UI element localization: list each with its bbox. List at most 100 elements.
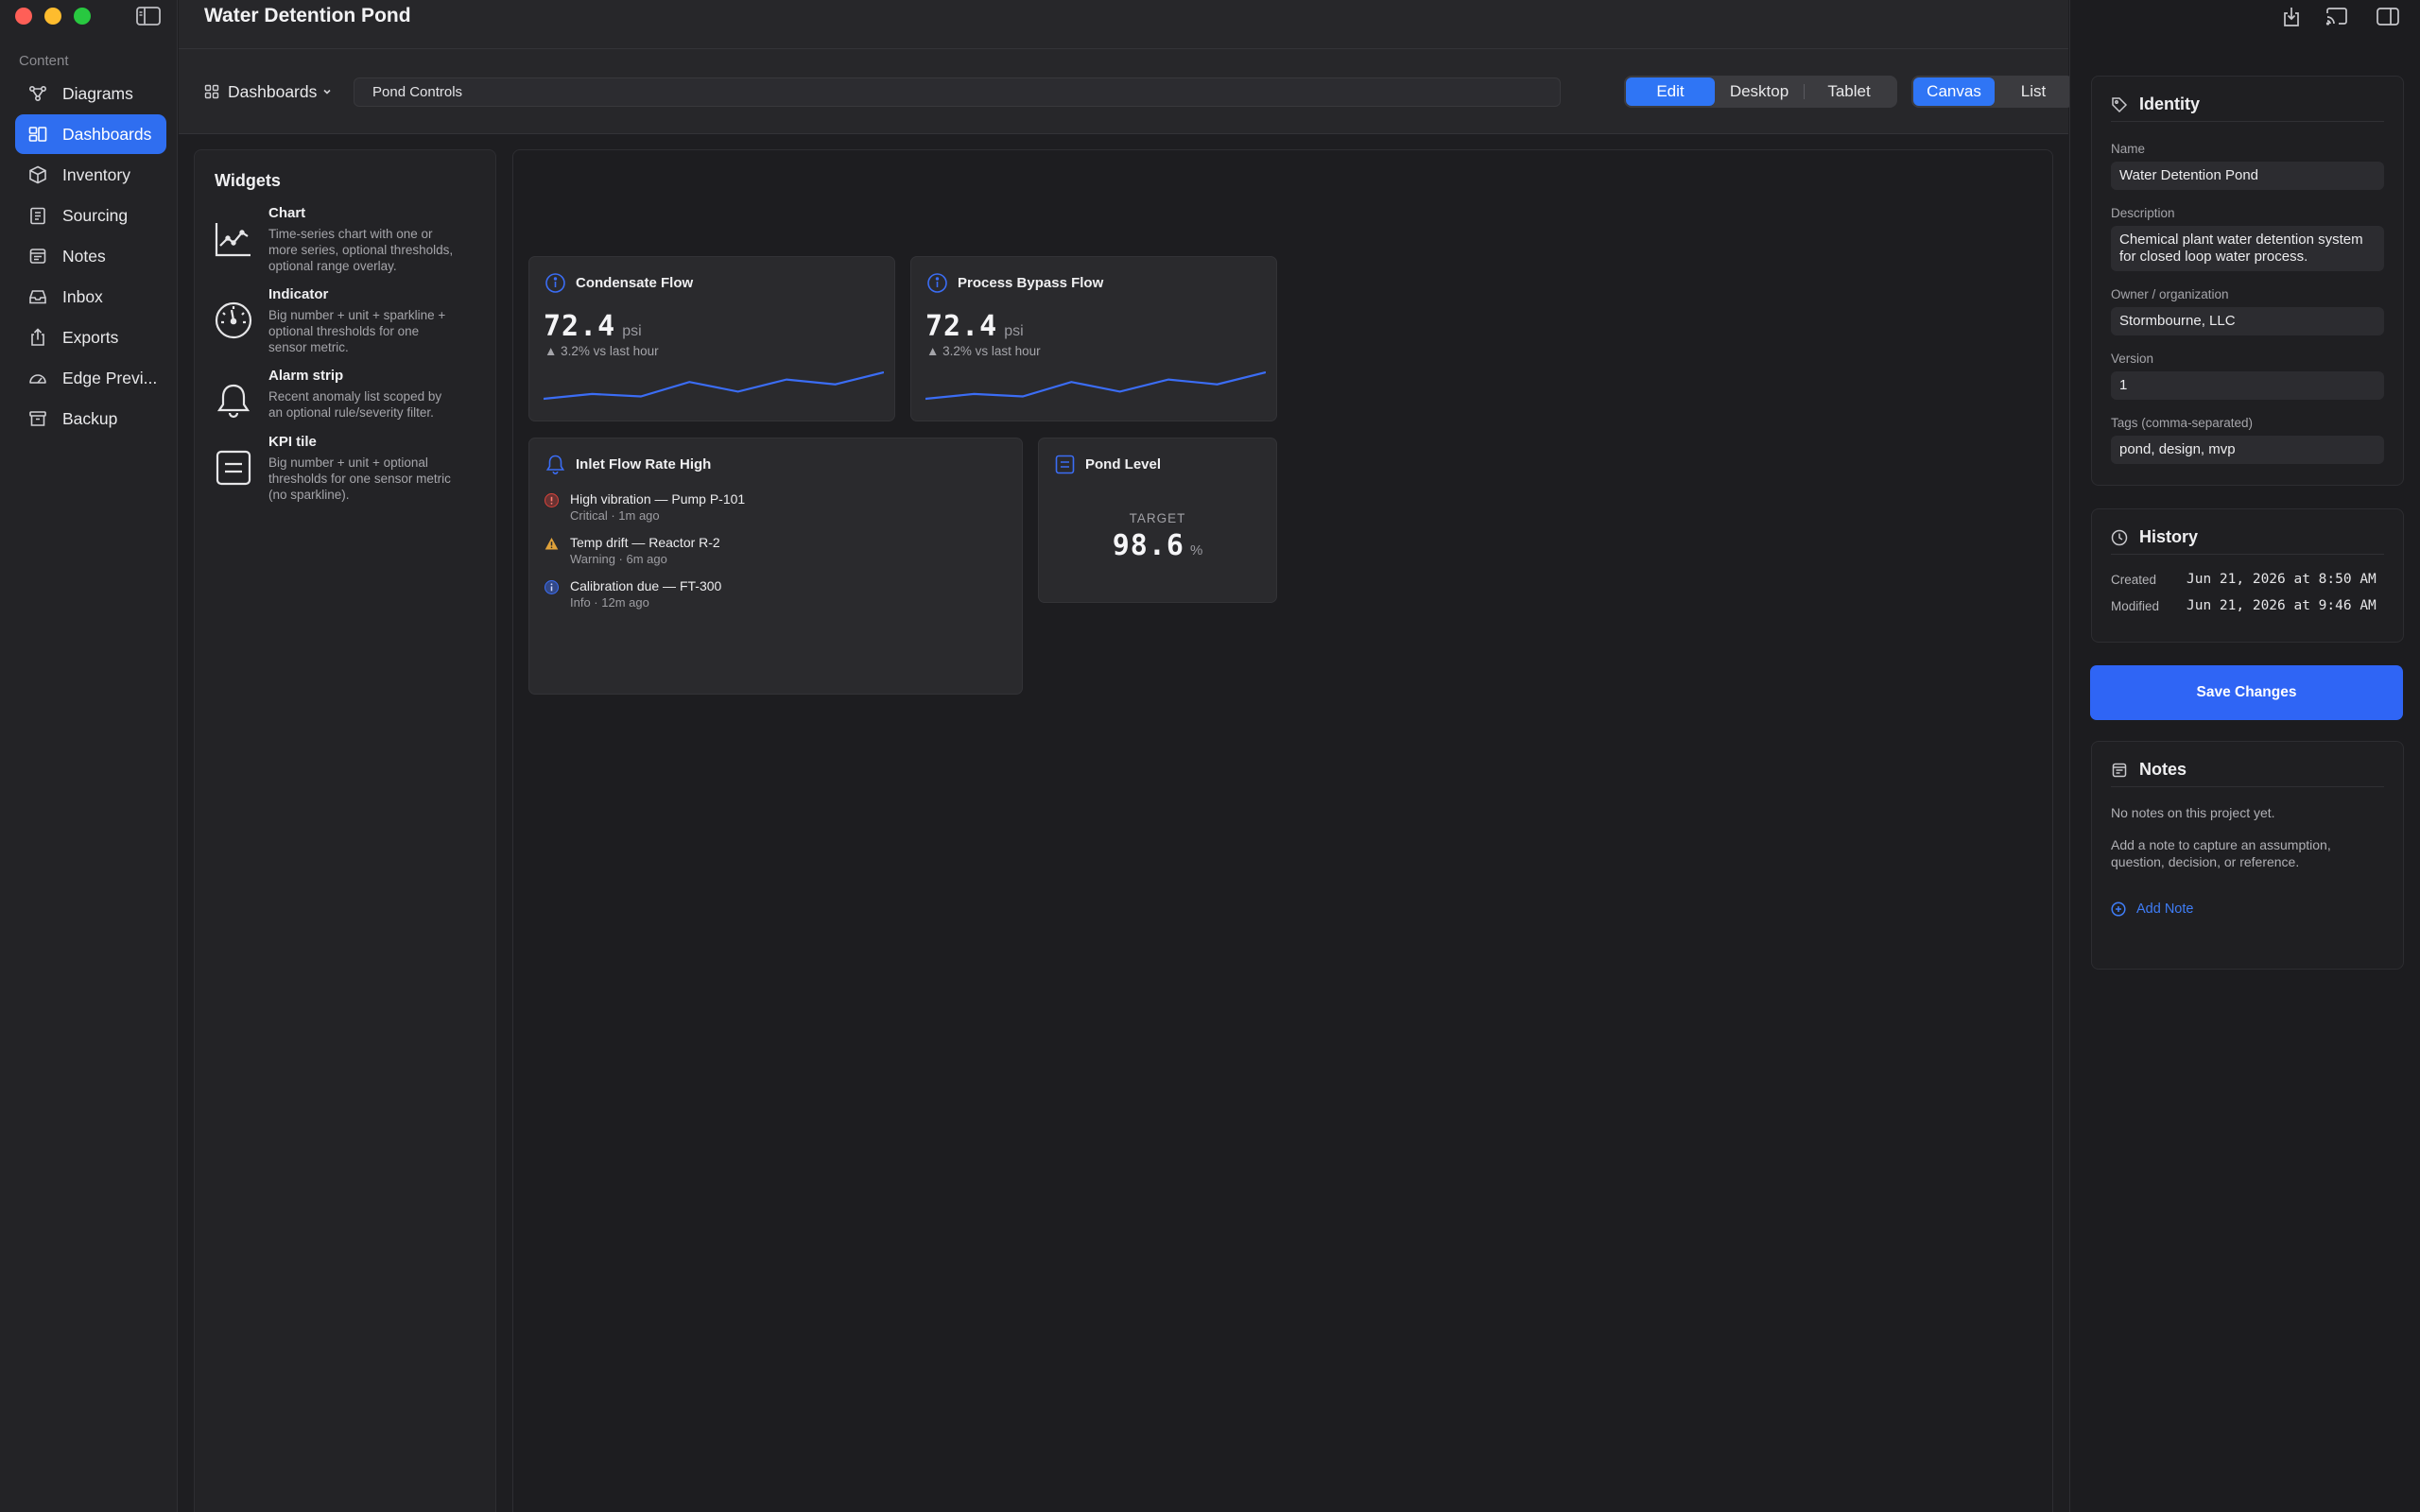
list-view-button[interactable]: List xyxy=(1995,77,2072,106)
sidebar-item-exports[interactable]: Exports xyxy=(15,318,166,357)
widgets-palette: Widgets Chart Time-series chart with one… xyxy=(194,149,496,1512)
sidebar-item-label: Inbox xyxy=(62,286,103,306)
widget-description: Big number + unit + sparkline + optional… xyxy=(268,308,446,354)
dashboard-name-field[interactable]: Pond Controls xyxy=(354,77,1561,107)
line-chart-icon xyxy=(214,219,253,259)
tile-icon xyxy=(214,448,253,488)
sidebar-item-label: Diagrams xyxy=(62,83,133,103)
indicator-card-condensate-flow[interactable]: Condensate Flow 72.4 psi ▲ 3.2% vs last … xyxy=(528,256,895,421)
tag-icon xyxy=(2111,96,2128,113)
critical-icon xyxy=(544,493,559,507)
alarm-title: Temp drift — Reactor R-2 xyxy=(570,535,720,550)
sidebar-item-dashboards[interactable]: Dashboards xyxy=(15,114,166,154)
modified-label: Modified xyxy=(2111,598,2160,613)
title-bar: Water Detention Pond xyxy=(179,0,2068,49)
add-note-button[interactable]: Add Note xyxy=(2111,902,2384,917)
indicator-card-process-bypass-flow[interactable]: Process Bypass Flow 72.4 psi ▲ 3.2% vs l… xyxy=(910,256,1277,421)
sidebar-item-notes[interactable]: Notes xyxy=(15,236,166,276)
inspector-toggle-icon[interactable] xyxy=(2375,5,2401,29)
card-title: Inlet Flow Rate High xyxy=(576,456,712,472)
inspector-toolbar xyxy=(2070,0,2420,34)
card-header: Process Bypass Flow xyxy=(926,272,1103,294)
view-mode-segmented-control: Canvas List xyxy=(1911,76,2074,108)
dashboard-icon xyxy=(27,124,48,145)
widget-description: Big number + unit + optional thresholds … xyxy=(268,455,451,502)
dashboard-toolbar: Dashboards Pond Controls Edit Desktop Ta… xyxy=(204,76,2074,108)
value-unit: % xyxy=(1189,542,1203,558)
widget-name: KPI tile xyxy=(268,434,317,450)
tablet-mode-button[interactable]: Tablet xyxy=(1805,77,1893,106)
delta-text: ▲ 3.2% vs last hour xyxy=(544,344,659,358)
sidebar-item-label: Backup xyxy=(62,408,118,428)
created-value: Jun 21, 2026 at 8:50 AM xyxy=(2187,572,2377,587)
sidebar-toggle-icon[interactable] xyxy=(134,5,163,27)
value-number: 72.4 xyxy=(925,310,998,343)
card-header: Pond Level xyxy=(1054,454,1161,475)
edit-mode-button[interactable]: Edit xyxy=(1626,77,1715,106)
sidebar-item-inbox[interactable]: Inbox xyxy=(15,277,166,317)
sidebar-item-backup[interactable]: Backup xyxy=(15,399,166,438)
add-note-label: Add Note xyxy=(2136,902,2194,917)
history-title: History xyxy=(2139,527,2199,546)
version-field[interactable]: 1 xyxy=(2111,371,2384,400)
history-header: History xyxy=(2111,521,2384,555)
sidebar-section-label: Content xyxy=(19,53,69,69)
layout-mode-segmented-control: Edit Desktop Tablet xyxy=(1624,76,1897,108)
clipboard-icon xyxy=(27,205,48,226)
kpi-tile-card[interactable]: Pond Level TARGET 98.6 % xyxy=(1038,438,1277,603)
sparkline-path xyxy=(544,370,884,401)
widgets-title: Widgets xyxy=(215,171,281,190)
owner-field[interactable]: Stormbourne, LLC xyxy=(2111,307,2384,335)
clock-icon xyxy=(2111,529,2128,546)
tags-label: Tags (comma-separated) xyxy=(2111,416,2254,430)
export-icon xyxy=(27,327,48,348)
notes-hint-text: Add a note to capture an assumption, que… xyxy=(2111,837,2331,869)
alarm-meta: Info · 12m ago xyxy=(570,595,649,610)
sidebar-item-label: Exports xyxy=(62,327,119,347)
note-icon xyxy=(27,246,48,266)
sidebar-item-label: Inventory xyxy=(62,164,130,184)
sidebar-item-diagrams[interactable]: Diagrams xyxy=(15,74,166,113)
save-changes-button[interactable]: Save Changes xyxy=(2090,665,2403,720)
import-icon[interactable] xyxy=(2278,5,2305,29)
inspector-panel: Identity Name Water Detention Pond Descr… xyxy=(2069,0,2420,1512)
widget-alarm-strip[interactable]: Alarm strip Recent anomaly list scoped b… xyxy=(214,368,488,421)
sparkline-path xyxy=(925,370,1266,401)
tile-icon xyxy=(1054,454,1076,475)
sidebar-item-sourcing[interactable]: Sourcing xyxy=(15,196,166,235)
minimize-window-button[interactable] xyxy=(44,8,61,25)
dashboard-canvas[interactable]: Condensate Flow 72.4 psi ▲ 3.2% vs last … xyxy=(512,149,2053,1512)
main-header: Water Detention Pond Dashboards Pond Con… xyxy=(179,0,2074,134)
alarm-strip-card[interactable]: Inlet Flow Rate High High vibration — Pu… xyxy=(528,438,1023,695)
alarm-item[interactable]: Temp drift — Reactor R-2 Warning · 6m ag… xyxy=(544,535,998,566)
sidebar-item-edge-preview[interactable]: Edge Previ... xyxy=(15,358,166,398)
sidebar-item-inventory[interactable]: Inventory xyxy=(15,155,166,195)
dashboards-menu-label: Dashboards xyxy=(228,81,318,101)
plus-circle-icon xyxy=(2111,902,2126,917)
widget-chart[interactable]: Chart Time-series chart with one or more… xyxy=(214,205,488,274)
name-label: Name xyxy=(2111,142,2146,156)
diagram-icon xyxy=(27,83,48,104)
created-label: Created xyxy=(2111,572,2157,587)
alarm-item[interactable]: Calibration due — FT-300 Info · 12m ago xyxy=(544,578,998,610)
description-field[interactable]: Chemical plant water detention system fo… xyxy=(2111,226,2384,271)
modified-row: Modified Jun 21, 2026 at 9:46 AM xyxy=(2111,598,2384,613)
widget-kpi-tile[interactable]: KPI tile Big number + unit + optional th… xyxy=(214,434,488,503)
tags-field[interactable]: pond, design, mvp xyxy=(2111,436,2384,464)
desktop-mode-button[interactable]: Desktop xyxy=(1715,77,1804,106)
name-field[interactable]: Water Detention Pond xyxy=(2111,162,2384,190)
zoom-window-button[interactable] xyxy=(74,8,91,25)
canvas-view-button[interactable]: Canvas xyxy=(1913,77,1995,106)
close-window-button[interactable] xyxy=(15,8,32,25)
warning-icon xyxy=(544,537,559,551)
widget-description: Time-series chart with one or more serie… xyxy=(268,227,454,273)
cast-icon[interactable] xyxy=(2324,5,2350,29)
notes-panel: Notes No notes on this project yet. Add … xyxy=(2091,741,2404,970)
kpi-label: TARGET xyxy=(1129,511,1186,525)
dashboards-menu-button[interactable]: Dashboards xyxy=(204,76,332,108)
card-title: Pond Level xyxy=(1085,456,1162,472)
description-label: Description xyxy=(2111,206,2175,220)
archive-icon xyxy=(27,408,48,429)
alarm-item[interactable]: High vibration — Pump P-101 Critical · 1… xyxy=(544,491,998,523)
widget-indicator[interactable]: Indicator Big number + unit + sparkline … xyxy=(214,286,488,355)
